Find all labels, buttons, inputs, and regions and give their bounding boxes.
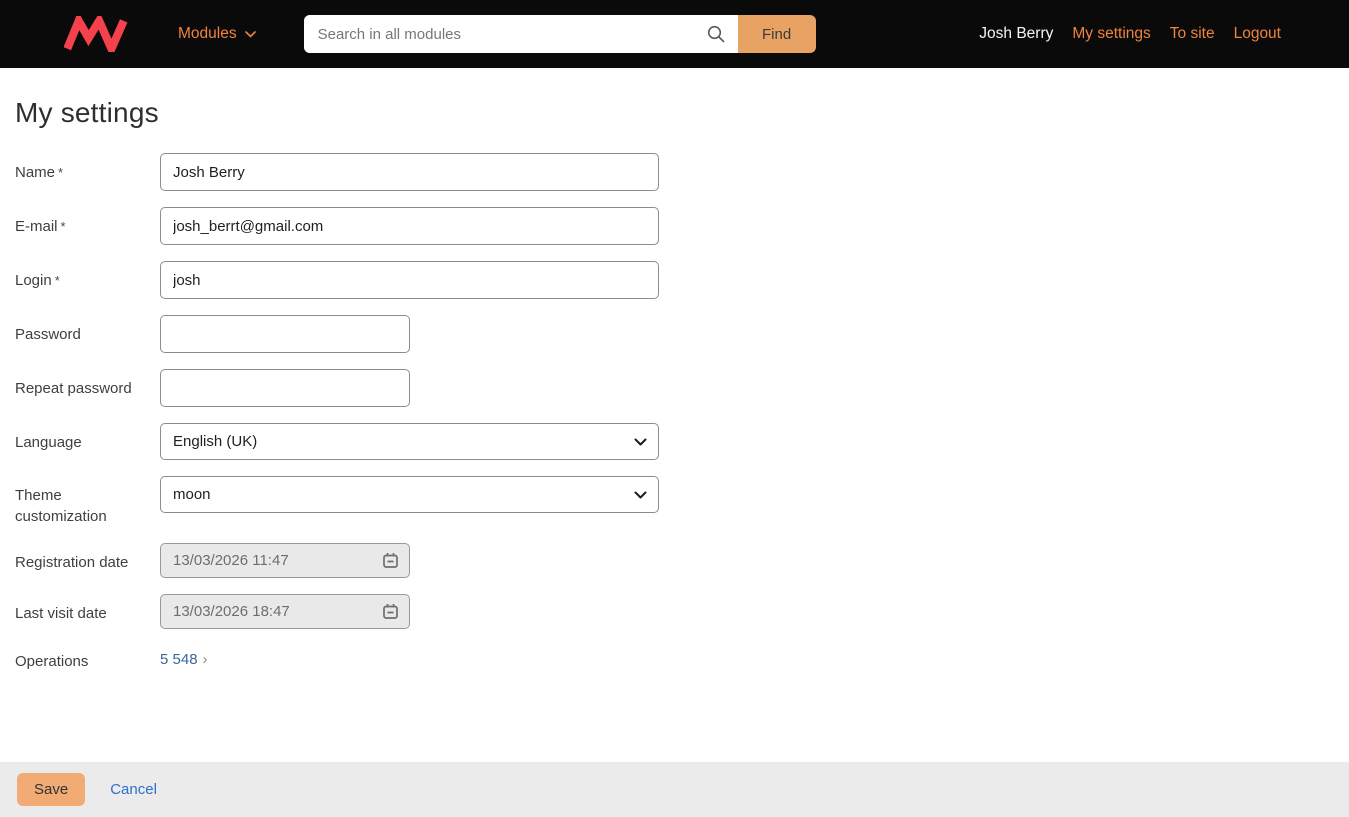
modules-menu-label: Modules bbox=[178, 25, 237, 42]
name-row: Name * bbox=[15, 153, 1334, 191]
password-row: Password bbox=[15, 315, 1334, 353]
page-title: My settings bbox=[15, 97, 159, 128]
operations-count-link[interactable]: 5 548 bbox=[160, 651, 198, 668]
nav-my-settings-link[interactable]: My settings bbox=[1072, 25, 1150, 43]
chevron-down-icon bbox=[244, 30, 256, 38]
theme-select-wrap: moon bbox=[160, 476, 659, 513]
chevron-right-icon: › bbox=[202, 651, 208, 668]
name-label: Name * bbox=[15, 164, 64, 181]
form-actions-bar: Save Cancel bbox=[0, 762, 1349, 817]
save-button[interactable]: Save bbox=[17, 773, 86, 806]
email-field[interactable] bbox=[160, 207, 659, 245]
language-select[interactable]: English (UK) bbox=[160, 423, 659, 460]
name-field[interactable] bbox=[160, 153, 659, 191]
operations-row: Operations 5 548 › bbox=[15, 651, 1334, 672]
current-user-name: Josh Berry bbox=[979, 25, 1054, 42]
cancel-link[interactable]: Cancel bbox=[110, 781, 157, 798]
operations-label: Operations bbox=[15, 653, 89, 670]
required-asterisk: * bbox=[60, 219, 66, 234]
password-label: Password bbox=[15, 326, 81, 343]
nav-to-site-link[interactable]: To site bbox=[1170, 25, 1215, 43]
password-field[interactable] bbox=[160, 315, 410, 353]
theme-label: Theme customization bbox=[15, 487, 107, 525]
theme-row: Theme customization moon bbox=[15, 476, 1334, 527]
mv-logo-icon[interactable] bbox=[64, 16, 136, 52]
registration-date-row: Registration date 13/03/2026 11:47 bbox=[15, 543, 1334, 578]
nav-logout-link[interactable]: Logout bbox=[1234, 25, 1281, 43]
calendar-icon bbox=[383, 604, 398, 619]
repeat-password-field[interactable] bbox=[160, 369, 410, 407]
search-input-wrap bbox=[303, 15, 738, 53]
login-field[interactable] bbox=[160, 261, 659, 299]
last-visit-date-value: 13/03/2026 18:47 bbox=[173, 603, 290, 620]
repeat-password-row: Repeat password bbox=[15, 369, 1334, 407]
last-visit-date-label: Last visit date bbox=[15, 605, 107, 622]
global-search: Find bbox=[303, 15, 816, 53]
registration-date-input: 13/03/2026 11:47 bbox=[160, 543, 410, 578]
last-visit-date-input: 13/03/2026 18:47 bbox=[160, 594, 410, 629]
last-visit-date-row: Last visit date 13/03/2026 18:47 bbox=[15, 594, 1334, 629]
find-button[interactable]: Find bbox=[737, 15, 816, 53]
required-asterisk: * bbox=[58, 165, 64, 180]
search-icon bbox=[707, 25, 724, 43]
required-asterisk: * bbox=[54, 273, 60, 288]
modules-menu-button[interactable]: Modules bbox=[178, 25, 256, 43]
search-input[interactable] bbox=[303, 15, 706, 53]
theme-select[interactable]: moon bbox=[160, 476, 659, 513]
language-label: Language bbox=[15, 434, 82, 451]
repeat-password-label: Repeat password bbox=[15, 380, 132, 397]
calendar-icon bbox=[383, 553, 398, 568]
operations-value-wrap: 5 548 › bbox=[160, 651, 208, 669]
settings-page: My settings Name* E-mail* Login* Passwor… bbox=[0, 68, 1349, 762]
registration-date-label: Registration date bbox=[15, 554, 129, 571]
registration-date-value: 13/03/2026 11:47 bbox=[173, 552, 289, 569]
language-row: Language English (UK) bbox=[15, 423, 1334, 460]
top-header: Modules Find Josh Berry My settings To s… bbox=[0, 0, 1349, 68]
login-label: Login * bbox=[15, 272, 60, 289]
language-select-wrap: English (UK) bbox=[160, 423, 659, 460]
header-nav: Josh Berry My settings To site Logout bbox=[979, 25, 1281, 43]
login-row: Login * bbox=[15, 261, 1334, 299]
email-row: E-mail * bbox=[15, 207, 1334, 245]
email-label: E-mail * bbox=[15, 218, 66, 235]
